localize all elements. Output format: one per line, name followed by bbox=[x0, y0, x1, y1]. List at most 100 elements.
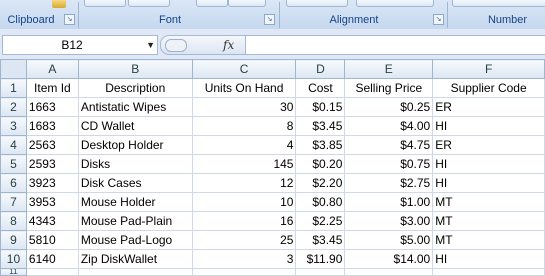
cell[interactable]: $4.75 bbox=[344, 135, 434, 155]
cell[interactable]: CD Wallet bbox=[77, 116, 193, 136]
cell[interactable]: $3.00 bbox=[344, 211, 434, 231]
cell[interactable]: $0.80 bbox=[295, 192, 346, 212]
cell[interactable]: 8 bbox=[191, 116, 297, 136]
cell[interactable]: 5810 bbox=[25, 230, 79, 250]
cell[interactable]: Selling Price bbox=[344, 78, 434, 98]
cell[interactable]: Cost bbox=[295, 78, 346, 98]
cell[interactable]: Units On Hand bbox=[191, 78, 297, 98]
cell[interactable] bbox=[25, 268, 79, 276]
cell[interactable]: $2.25 bbox=[295, 211, 346, 231]
cell[interactable]: 3 bbox=[191, 249, 297, 269]
cell[interactable]: Disks bbox=[77, 154, 193, 174]
column-header-a[interactable]: A bbox=[25, 59, 79, 79]
cell[interactable]: $2.75 bbox=[344, 173, 434, 193]
cell[interactable]: 145 bbox=[191, 154, 297, 174]
cell[interactable]: 2563 bbox=[25, 135, 79, 155]
resize-handle-icon[interactable] bbox=[165, 39, 187, 52]
cell[interactable]: Disk Cases bbox=[77, 173, 193, 193]
cell[interactable]: Mouse Pad-Logo bbox=[77, 230, 193, 250]
cell[interactable] bbox=[295, 268, 346, 276]
cell[interactable]: 12 bbox=[191, 173, 297, 193]
cell[interactable]: $3.45 bbox=[295, 116, 346, 136]
ribbon-button[interactable] bbox=[128, 0, 170, 7]
column-header-b[interactable]: B bbox=[77, 59, 193, 79]
dialog-launcher-icon[interactable]: ↘ bbox=[64, 14, 75, 25]
name-box[interactable]: B12 ▼ bbox=[2, 35, 158, 55]
row-header[interactable]: 6 bbox=[0, 173, 27, 193]
row-header[interactable]: 1 bbox=[0, 78, 27, 98]
cell[interactable]: ER bbox=[432, 135, 545, 155]
cell[interactable]: Desktop Holder bbox=[77, 135, 193, 155]
cell[interactable]: HI bbox=[432, 249, 545, 269]
ribbon-button[interactable] bbox=[286, 0, 348, 7]
cell[interactable]: HI bbox=[432, 154, 545, 174]
cell[interactable]: $3.45 bbox=[295, 230, 346, 250]
cell[interactable]: 1683 bbox=[25, 116, 79, 136]
cell[interactable]: $0.25 bbox=[344, 97, 434, 117]
cell[interactable]: 25 bbox=[191, 230, 297, 250]
cell[interactable]: Mouse Pad-Plain bbox=[77, 211, 193, 231]
cell[interactable]: 4343 bbox=[25, 211, 79, 231]
row-header[interactable]: 9 bbox=[0, 230, 27, 250]
cell[interactable]: 16 bbox=[191, 211, 297, 231]
cell[interactable]: HI bbox=[432, 116, 545, 136]
cell[interactable]: 2593 bbox=[25, 154, 79, 174]
row-header[interactable]: 7 bbox=[0, 192, 27, 212]
ribbon-button[interactable] bbox=[452, 0, 545, 7]
cell[interactable]: 30 bbox=[191, 97, 297, 117]
row-header[interactable]: 4 bbox=[0, 135, 27, 155]
ribbon-button[interactable] bbox=[196, 0, 228, 7]
cell[interactable]: $5.00 bbox=[344, 230, 434, 250]
column-header-f[interactable]: F bbox=[432, 59, 545, 79]
cell[interactable]: $11.90 bbox=[295, 249, 346, 269]
cell[interactable]: $14.00 bbox=[344, 249, 434, 269]
cell[interactable]: $3.85 bbox=[295, 135, 346, 155]
cell[interactable]: 3953 bbox=[25, 192, 79, 212]
insert-function-button[interactable]: fx bbox=[223, 36, 234, 54]
cell[interactable] bbox=[77, 268, 193, 276]
cell[interactable] bbox=[344, 268, 434, 276]
cell[interactable]: ER bbox=[432, 97, 545, 117]
ribbon-button[interactable] bbox=[228, 0, 266, 7]
cell[interactable]: 10 bbox=[191, 192, 297, 212]
row-header[interactable]: 10 bbox=[0, 249, 27, 269]
dialog-launcher-icon[interactable]: ↘ bbox=[264, 14, 275, 25]
cell[interactable]: $1.00 bbox=[344, 192, 434, 212]
cell[interactable]: 1663 bbox=[25, 97, 79, 117]
cell[interactable]: 3923 bbox=[25, 173, 79, 193]
cell[interactable]: $2.20 bbox=[295, 173, 346, 193]
row-header[interactable]: 11 bbox=[0, 268, 27, 276]
row-header[interactable]: 8 bbox=[0, 211, 27, 231]
row-header[interactable]: 2 bbox=[0, 97, 27, 117]
cell[interactable]: Item Id bbox=[25, 78, 79, 98]
cell[interactable]: HI bbox=[432, 173, 545, 193]
paste-icon[interactable] bbox=[52, 0, 66, 8]
dialog-launcher-icon[interactable]: ↘ bbox=[433, 14, 444, 25]
column-header-e[interactable]: E bbox=[344, 59, 434, 79]
cell[interactable]: $0.15 bbox=[295, 97, 346, 117]
ribbon-button[interactable] bbox=[356, 0, 434, 7]
formula-input[interactable] bbox=[245, 35, 545, 55]
cell[interactable]: Supplier Code bbox=[432, 78, 545, 98]
cell[interactable]: $0.20 bbox=[295, 154, 346, 174]
column-header-c[interactable]: C bbox=[191, 59, 297, 79]
cell[interactable]: 6140 bbox=[25, 249, 79, 269]
column-header-d[interactable]: D bbox=[295, 59, 346, 79]
chevron-down-icon[interactable]: ▼ bbox=[146, 36, 155, 54]
cell[interactable]: 4 bbox=[191, 135, 297, 155]
select-all-corner[interactable] bbox=[0, 59, 27, 79]
cell[interactable]: Mouse Holder bbox=[77, 192, 193, 212]
cell[interactable]: MT bbox=[432, 211, 545, 231]
ribbon-button[interactable] bbox=[84, 0, 126, 7]
cell[interactable]: Description bbox=[77, 78, 193, 98]
cell[interactable]: MT bbox=[432, 230, 545, 250]
cell[interactable] bbox=[191, 268, 297, 276]
cell[interactable]: MT bbox=[432, 192, 545, 212]
cell[interactable]: $0.75 bbox=[344, 154, 434, 174]
row-header[interactable]: 3 bbox=[0, 116, 27, 136]
cell[interactable]: $4.00 bbox=[344, 116, 434, 136]
cell[interactable]: Antistatic Wipes bbox=[77, 97, 193, 117]
row-header[interactable]: 5 bbox=[0, 154, 27, 174]
cell[interactable] bbox=[432, 268, 545, 276]
cell[interactable]: Zip DiskWallet bbox=[77, 249, 193, 269]
